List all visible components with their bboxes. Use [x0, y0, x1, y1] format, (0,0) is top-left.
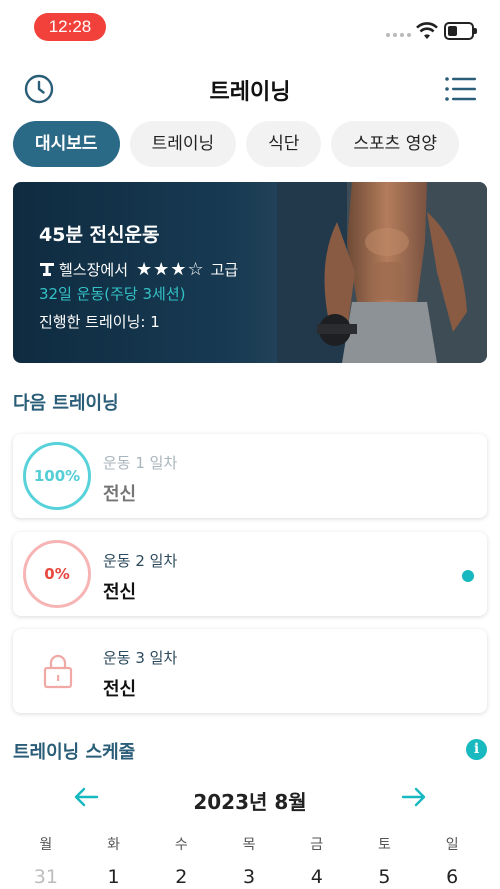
tab-diet[interactable]: 식단: [246, 121, 322, 167]
calendar-week-row: 31 1 2 3 4 5 6: [12, 866, 486, 888]
location-label: 헬스장에서: [59, 260, 129, 279]
calendar-day[interactable]: 1: [80, 866, 148, 888]
calendar-day[interactable]: 3: [215, 866, 283, 888]
weekday-label: 수: [174, 837, 188, 853]
star-filled-icon: ★: [170, 258, 188, 280]
app-header: 트레이닝: [0, 64, 500, 112]
star-filled-icon: ★: [136, 258, 154, 280]
tab-dashboard[interactable]: 대시보드: [13, 121, 120, 167]
progress-ring: 100%: [23, 442, 91, 510]
tab-bar: 대시보드 트레이닝 식단 스포츠 영양: [13, 121, 460, 167]
page-title: 트레이닝: [209, 80, 291, 105]
tab-training[interactable]: 트레이닝: [129, 121, 237, 167]
star-filled-icon: ★: [153, 258, 171, 280]
athlete-image: [277, 182, 487, 363]
tab-sports-nutrition[interactable]: 스포츠 영양: [331, 121, 460, 167]
progress-ring: 0%: [23, 540, 91, 608]
weekday-label: 금: [310, 837, 324, 853]
weekday-header: 월 화 수 목 금 토 일: [12, 834, 486, 854]
weekday-label: 월: [39, 837, 53, 853]
star-empty-icon: ☆: [187, 258, 205, 280]
workout-name: 전신: [103, 582, 137, 603]
level-label: 고급: [210, 260, 239, 279]
workout-day: 운동 1 일차: [103, 454, 178, 472]
weekday-label: 목: [242, 837, 256, 853]
hero-title: 45분 전신운동: [39, 224, 160, 246]
current-indicator-dot: [462, 570, 474, 582]
workout-card-day-2[interactable]: 0% 운동 2 일차 전신: [13, 532, 487, 616]
weekday-label: 토: [378, 837, 391, 853]
wifi-icon: [416, 22, 438, 39]
workout-name: 전신: [103, 679, 137, 700]
dumbbell-icon: [40, 263, 54, 276]
workout-day: 운동 2 일차: [103, 552, 178, 570]
workout-day: 운동 3 일차: [103, 649, 178, 667]
info-icon[interactable]: i: [466, 739, 487, 760]
schedule-title: 트레이닝 스케줄: [13, 742, 136, 763]
status-time: 12:28: [34, 13, 106, 41]
completed-label: 진행한 트레이닝: 1: [39, 313, 160, 331]
calendar-day[interactable]: 5: [351, 866, 419, 888]
calendar-day[interactable]: 2: [147, 866, 215, 888]
next-training-title: 다음 트레이닝: [13, 393, 119, 414]
hero-text: 45분 전신운동 헬스장에서 ★ ★ ★ ☆ 고급 32일 운동(주당 3세션)…: [39, 220, 238, 332]
battery-icon: [444, 22, 477, 40]
lock-icon: [43, 654, 73, 689]
workout-name: 전신: [103, 484, 137, 505]
status-bar: 12:28: [0, 0, 500, 48]
workout-card-day-3[interactable]: 운동 3 일차 전신: [13, 629, 487, 713]
signal-dots-icon: [386, 33, 411, 37]
month-navigator: 2023년 8월: [0, 782, 500, 814]
menu-icon[interactable]: [444, 76, 476, 102]
calendar-day[interactable]: 6: [418, 866, 486, 888]
hero-meta: 헬스장에서 ★ ★ ★ ☆ 고급: [39, 257, 238, 281]
workout-hero-card[interactable]: 45분 전신운동 헬스장에서 ★ ★ ★ ☆ 고급 32일 운동(주당 3세션)…: [13, 182, 487, 363]
calendar-day[interactable]: 31: [12, 866, 80, 888]
workout-card-day-1[interactable]: 100% 운동 1 일차 전신: [13, 434, 487, 518]
next-month-arrow-icon[interactable]: [401, 786, 427, 808]
rating-stars: ★ ★ ★ ☆: [136, 259, 205, 280]
weekday-label: 화: [107, 837, 121, 853]
weekday-label: 일: [445, 837, 459, 853]
calendar-day[interactable]: 4: [283, 866, 351, 888]
program-label: 32일 운동(주당 3세션): [39, 285, 186, 303]
